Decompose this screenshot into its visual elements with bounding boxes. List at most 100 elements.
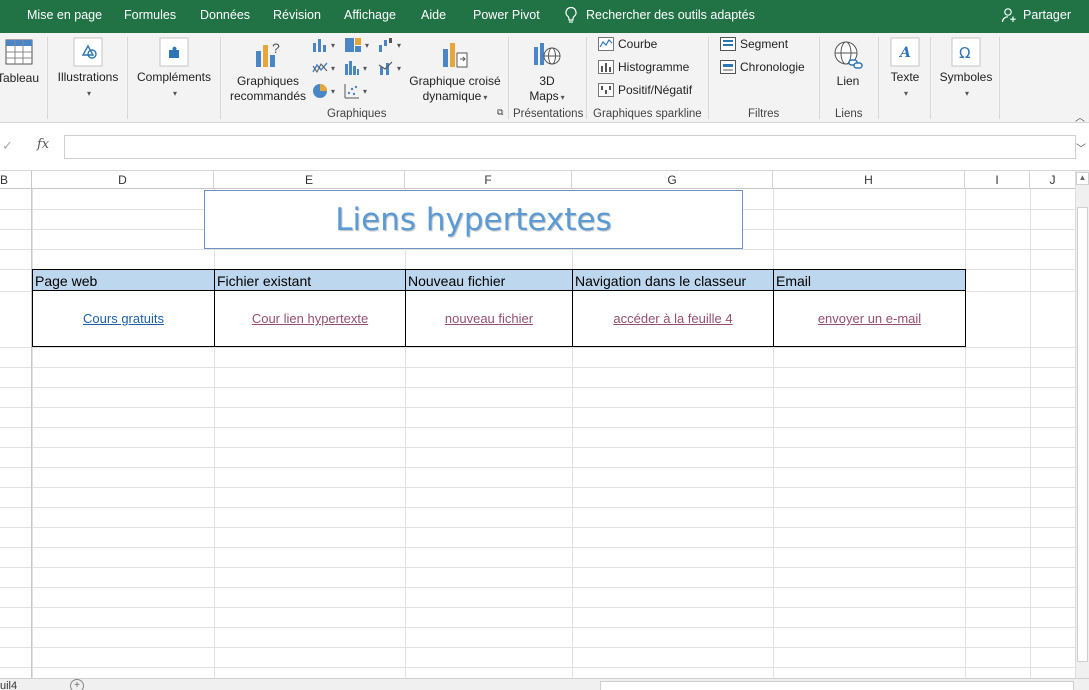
title-text-box[interactable]: Liens hypertextes (204, 190, 743, 249)
link-cell-page-web[interactable]: Cours gratuits (32, 291, 214, 347)
lightbulb-icon (565, 6, 577, 23)
col-header-f[interactable]: F (405, 171, 572, 189)
column-chart-button[interactable]: ▾ (312, 37, 335, 53)
sparkline-courbe-button[interactable]: Courbe (598, 37, 657, 51)
hierarchy-chart-icon (345, 38, 361, 52)
lien-label: Lien (836, 74, 860, 88)
sparkline-line-icon (598, 37, 614, 51)
line-chart-button[interactable]: ▾ (312, 60, 335, 76)
header-cell-navigation[interactable]: Navigation dans le classeur (572, 269, 773, 291)
dialog-launcher-icon[interactable]: ⧉ (497, 107, 503, 118)
graphique-croise-button[interactable]: Graphique croisé dynamique ▾ (406, 39, 504, 105)
symboles-label: Symboles (939, 70, 993, 84)
header-cell-nouveau-fichier[interactable]: Nouveau fichier (405, 269, 572, 291)
group-label-presentations: Présentations (513, 108, 584, 120)
hyperlink-cours-gratuits[interactable]: Cours gratuits (83, 311, 164, 326)
hyperlink-nouveau-fichier[interactable]: nouveau fichier (445, 311, 533, 326)
tab-donnees[interactable]: Données (200, 8, 250, 22)
link-cell-email[interactable]: envoyer un e-mail (773, 291, 966, 347)
scatter-chart-button[interactable]: ▾ (344, 83, 367, 99)
segment-label: Segment (740, 37, 789, 51)
group-label-graphiques: Graphiques (327, 108, 387, 120)
recommended-charts-icon: ? (256, 40, 280, 67)
tab-formules[interactable]: Formules (124, 8, 176, 22)
tab-mise-en-page[interactable]: Mise en page (27, 8, 102, 22)
illustrations-button[interactable]: Illustrations ▾ (54, 37, 122, 101)
combo-chart-icon (378, 61, 393, 75)
3d-maps-label-2: Maps (529, 89, 559, 103)
combo-chart-button[interactable]: ▾ (378, 60, 401, 76)
segment-button[interactable]: Segment (720, 37, 788, 51)
hyperlink-email[interactable]: envoyer un e-mail (818, 311, 921, 326)
hyperlink-feuille-4[interactable]: accéder à la feuille 4 (613, 311, 732, 326)
complements-label: Compléments (136, 70, 212, 84)
header-cell-email[interactable]: Email (773, 269, 966, 291)
col-header-g[interactable]: G (572, 171, 773, 189)
sheet-title: Liens hypertextes (335, 201, 612, 238)
expand-formula-bar-icon[interactable]: ﹀ (1076, 140, 1086, 155)
statistic-chart-button[interactable]: ▾ (344, 60, 367, 76)
sparkline-courbe-label: Courbe (618, 37, 658, 51)
tab-revision[interactable]: Révision (273, 8, 321, 22)
svg-text:Ω: Ω (959, 44, 970, 62)
horizontal-scrollbar[interactable] (600, 681, 1074, 690)
sheet-tab[interactable]: uil4 (0, 680, 17, 690)
row-header-strip (0, 171, 32, 678)
sparkline-histogramme-button[interactable]: Histogramme (598, 60, 689, 74)
scatter-chart-icon (344, 84, 359, 99)
graphique-croise-label-1: Graphique croisé (409, 74, 501, 88)
lien-button[interactable]: Lien (826, 39, 870, 89)
texte-button[interactable]: A Texte ▾ (884, 37, 926, 101)
formula-input[interactable] (64, 135, 1076, 159)
graphiques-recommandes-button[interactable]: ? Graphiques recommandés (228, 39, 308, 104)
complements-button[interactable]: Compléments ▾ (133, 37, 215, 101)
share-label: Partager (1023, 8, 1071, 22)
link-cell-fichier-existant[interactable]: Cour lien hypertexte (214, 291, 405, 347)
symboles-button[interactable]: Ω Symboles ▾ (936, 37, 996, 101)
vertical-scrollbar[interactable]: ▲ (1075, 171, 1089, 678)
col-header-h[interactable]: H (773, 171, 965, 189)
add-sheet-icon[interactable]: + (70, 679, 84, 690)
waterfall-chart-button[interactable]: ▾ (378, 37, 401, 53)
insert-function-icon[interactable]: fx (37, 137, 49, 152)
col-header-e[interactable]: E (214, 171, 405, 189)
tableau-button[interactable]: Tableau (0, 37, 44, 86)
collapse-ribbon-icon[interactable]: ︿ (1075, 109, 1085, 124)
pie-chart-button[interactable]: ▾ (312, 83, 335, 99)
line-chart-icon (312, 62, 328, 73)
sparkline-winloss-icon (598, 83, 614, 97)
tell-me-search[interactable]: Rechercher des outils adaptés (564, 6, 755, 24)
sheet-tab-bar: uil4 + (0, 678, 1089, 690)
hyperlink-cour-lien[interactable]: Cour lien hypertexte (252, 311, 368, 326)
3d-maps-label-1: 3D (539, 74, 555, 88)
graphiques-recommandes-label-2: recommandés (229, 89, 307, 103)
tab-power-pivot[interactable]: Power Pivot (473, 8, 540, 22)
header-cell-fichier-existant[interactable]: Fichier existant (214, 269, 405, 291)
group-label-liens: Liens (835, 108, 863, 120)
statistic-chart-icon (345, 61, 359, 75)
column-headers: B D E F G H I J (0, 171, 1075, 189)
chronologie-button[interactable]: Chronologie (720, 60, 805, 74)
scroll-up-icon[interactable]: ▲ (1076, 172, 1089, 185)
share-button[interactable]: Partager (1001, 7, 1071, 23)
enter-check-icon[interactable]: ✓ (2, 138, 13, 154)
header-cell-page-web[interactable]: Page web (32, 269, 214, 291)
col-header-d[interactable]: D (32, 171, 214, 189)
pie-chart-icon (313, 84, 327, 98)
tab-aide[interactable]: Aide (421, 8, 446, 22)
hierarchy-chart-button[interactable]: ▾ (344, 37, 369, 53)
cell-grid[interactable] (0, 189, 1075, 678)
sparkline-positif-negatif-button[interactable]: Positif/Négatif (598, 83, 692, 97)
tell-me-label: Rechercher des outils adaptés (586, 8, 755, 22)
link-cell-navigation[interactable]: accéder à la feuille 4 (572, 291, 773, 347)
omega-icon: Ω (951, 37, 981, 67)
link-cell-nouveau-fichier[interactable]: nouveau fichier (405, 291, 572, 347)
col-header-i[interactable]: I (965, 171, 1030, 189)
vertical-scroll-thumb[interactable] (1077, 207, 1088, 662)
col-header-j[interactable]: J (1030, 171, 1075, 189)
shapes-icon (73, 37, 103, 67)
tab-affichage[interactable]: Affichage (344, 8, 396, 22)
pivot-chart-icon (443, 43, 468, 68)
illustrations-label: Illustrations (57, 70, 119, 84)
3d-maps-button[interactable]: 3D Maps ▾ (516, 39, 578, 105)
